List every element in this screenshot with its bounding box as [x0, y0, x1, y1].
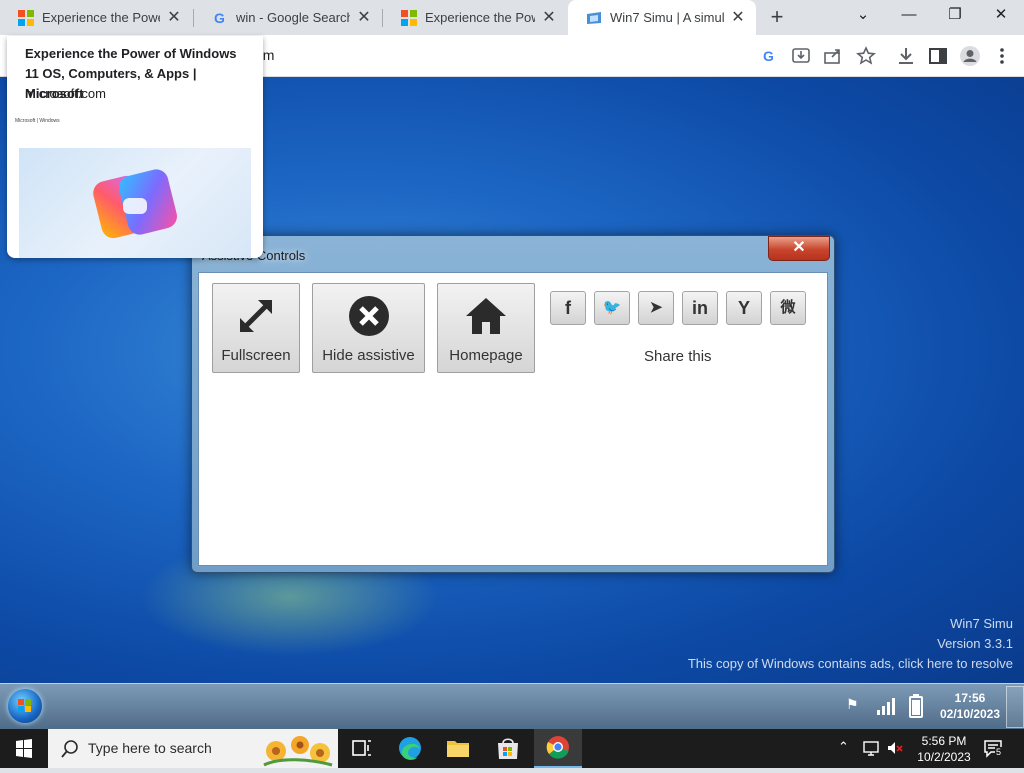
network-icon[interactable] [862, 739, 880, 757]
chrome-icon [546, 736, 569, 759]
install-app-icon[interactable] [790, 45, 812, 67]
svg-text:G: G [763, 48, 774, 64]
tab-title: Win7 Simu | A simulator [610, 10, 724, 25]
minimize-button[interactable]: — [886, 0, 932, 30]
tab-title: Experience the Power of Windows 11 [42, 10, 160, 25]
dialog-close-button[interactable]: ✕ [768, 236, 830, 261]
watermark-version: Version 3.3.1 [937, 636, 1013, 651]
side-panel-icon[interactable] [927, 45, 949, 67]
expand-icon [240, 300, 272, 332]
google-lens-icon[interactable]: G [759, 45, 781, 67]
taskbar-chrome[interactable] [534, 729, 582, 768]
win7-taskbar: ⚑ 17:56 02/10/2023 [0, 683, 1024, 730]
tab-search-icon[interactable]: ⌄ [840, 0, 886, 30]
show-hidden-icons-chevron-icon[interactable]: ⌃ [838, 739, 849, 755]
close-window-button[interactable]: ✕ [978, 0, 1024, 30]
hide-assistive-label: Hide assistive [322, 347, 415, 364]
dialog-body: Fullscreen Hide assistive Homepage f 🐦 ➤… [198, 272, 828, 566]
microsoft-icon [401, 9, 417, 26]
homepage-button[interactable]: Homepage [437, 283, 535, 373]
tab-strip: Experience the Power of Windows 11 ✕ G w… [0, 0, 1024, 35]
taskbar-search-box[interactable]: Type here to search [48, 729, 338, 768]
close-tab-icon[interactable]: ✕ [356, 9, 372, 26]
task-view-icon [352, 740, 371, 756]
twitter-icon[interactable]: 🐦 [594, 291, 630, 325]
win7-time: 17:56 [954, 691, 986, 705]
tab-google-search[interactable]: G win - Google Search ✕ [194, 0, 382, 35]
downloads-icon[interactable] [895, 45, 917, 67]
restore-button[interactable]: ❐ [932, 0, 978, 30]
home-icon [466, 298, 506, 334]
fullscreen-label: Fullscreen [221, 347, 291, 364]
tab-microsoft-1[interactable]: Experience the Power of Windows 11 ✕ [0, 0, 192, 35]
win7-clock[interactable]: 17:56 02/10/2023 [936, 690, 1004, 722]
fullscreen-button[interactable]: Fullscreen [212, 283, 300, 373]
close-tab-icon[interactable]: ✕ [541, 9, 557, 26]
start-button[interactable] [0, 729, 48, 768]
windows-logo-icon [18, 699, 31, 712]
close-tab-icon[interactable]: ✕ [166, 9, 182, 26]
watermark-ads-notice[interactable]: This copy of Windows contains ads, click… [688, 654, 1013, 674]
tab-title: win - Google Search [236, 10, 350, 25]
chrome-menu-icon[interactable] [991, 45, 1013, 67]
win7simu-icon [586, 10, 602, 26]
win7-start-orb[interactable] [8, 689, 42, 723]
host-clock[interactable]: 5:56 PM 10/2/2023 [908, 733, 980, 765]
hide-assistive-button[interactable]: Hide assistive [312, 283, 425, 373]
google-icon: G [212, 10, 228, 26]
ycombinator-icon[interactable]: Y [726, 291, 762, 325]
store-icon [498, 738, 518, 759]
weibo-icon[interactable]: 微 [770, 291, 806, 325]
watermark-product: Win7 Simu [950, 616, 1013, 631]
tab-title: Experience the Power of Windows 11 [425, 10, 535, 25]
profile-avatar-icon[interactable] [959, 45, 981, 67]
homepage-label: Homepage [449, 347, 523, 364]
folder-icon [447, 741, 469, 757]
copilot-logo-icon [93, 169, 177, 239]
host-time: 5:56 PM [921, 734, 967, 748]
tab-hover-card: Experience the Power of Windows 11 OS, C… [7, 36, 263, 258]
show-desktop-button[interactable] [1006, 686, 1024, 728]
search-highlight-flowers-icon [263, 736, 333, 767]
tab-win7simu[interactable]: Win7 Simu | A simulator ✕ [568, 0, 756, 35]
notifications-button[interactable]: 5 [982, 737, 1004, 759]
search-icon [61, 740, 78, 758]
close-tab-icon[interactable]: ✕ [730, 9, 746, 26]
share-this-label: Share this [644, 348, 712, 365]
search-placeholder: Type here to search [88, 740, 212, 756]
action-center-flag-icon[interactable]: ⚑ [846, 696, 859, 713]
hover-card-domain: microsoft.com [25, 86, 106, 101]
taskbar-file-explorer[interactable] [434, 729, 482, 768]
thumbnail-nav: Microsoft | Windows [15, 118, 60, 124]
volume-muted-icon[interactable] [886, 739, 904, 757]
taskbar-store[interactable] [484, 729, 532, 768]
share-page-icon[interactable] [822, 45, 844, 67]
windows-start-icon [16, 739, 32, 758]
battery-icon[interactable] [909, 694, 923, 718]
bookmark-star-icon[interactable] [855, 45, 877, 67]
telegram-icon[interactable]: ➤ [638, 291, 674, 325]
host-taskbar: Type here to search ⌃ 5:56 PM 10/2/2023 … [0, 729, 1024, 768]
activation-watermark[interactable]: Win7 Simu Version 3.3.1 This copy of Win… [688, 614, 1013, 674]
notification-count-badge: 5 [995, 747, 1003, 757]
facebook-icon[interactable]: f [550, 291, 586, 325]
edge-icon [399, 737, 421, 760]
thumbnail-hero-image [19, 148, 251, 258]
svg-text:G: G [214, 10, 225, 26]
linkedin-icon[interactable]: in [682, 291, 718, 325]
network-signal-icon[interactable] [876, 696, 898, 716]
address-bar[interactable]: om [255, 39, 995, 71]
tab-microsoft-2[interactable]: Experience the Power of Windows 11 ✕ [383, 0, 567, 35]
new-tab-button[interactable]: + [764, 5, 790, 29]
win7-date: 02/10/2023 [939, 707, 1001, 721]
x-circle-icon [348, 296, 389, 336]
host-date: 10/2/2023 [917, 750, 971, 764]
assistive-controls-dialog: Assistive Controls ✕ Fullscreen Hide ass… [191, 235, 835, 573]
hover-card-thumbnail: Microsoft | Windows [15, 114, 263, 258]
microsoft-icon [18, 9, 34, 26]
task-view-button[interactable] [338, 729, 386, 768]
taskbar-edge[interactable] [386, 729, 434, 768]
